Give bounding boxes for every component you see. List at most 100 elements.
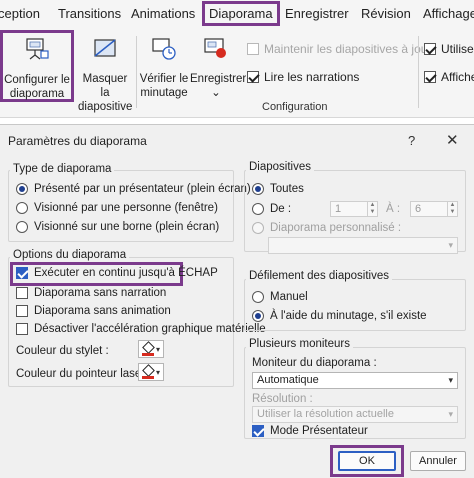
ribbon-group-label: Configuration <box>262 101 328 113</box>
custom-show-select[interactable]: ▾ <box>268 237 458 254</box>
show-controls-row[interactable]: Affiche <box>424 70 474 84</box>
hide-slide-button[interactable]: Masquer la diapositive <box>78 36 132 114</box>
help-icon[interactable]: ? <box>408 133 415 148</box>
disable-hw-accel-row[interactable]: Désactiver l'accélération graphique maté… <box>16 323 266 335</box>
monitor-select[interactable]: Automatique ▾ <box>252 372 458 389</box>
ribbon-separator <box>136 36 137 108</box>
advance-manual-row[interactable]: Manuel <box>252 291 308 303</box>
laser-color-icon <box>141 365 154 379</box>
laser-color-picker[interactable]: ▾ <box>138 363 164 381</box>
presenter-view-checkbox[interactable] <box>252 425 264 437</box>
disable-hw-accel-checkbox[interactable] <box>16 323 28 335</box>
slides-all-radio[interactable] <box>252 183 264 195</box>
chevron-down-icon: ▾ <box>448 375 453 385</box>
rehearse-timings-button[interactable]: Vérifier le minutage <box>138 36 190 100</box>
cancel-button[interactable]: Annuler <box>410 451 466 471</box>
tab-enregistrer[interactable]: Enregistrer <box>285 6 349 21</box>
tab-transitions[interactable]: Transitions <box>58 6 121 21</box>
slides-to-value: 6 <box>415 203 422 215</box>
custom-show-radio[interactable] <box>252 222 264 234</box>
no-narration-row[interactable]: Diaporama sans narration <box>16 287 166 299</box>
presenter-view-row[interactable]: Mode Présentateur <box>252 425 368 437</box>
hide-slide-label-2: diapositive <box>78 101 133 113</box>
keep-slides-updated-checkbox[interactable] <box>247 43 259 55</box>
play-narrations-label: Lire les narrations <box>264 70 360 84</box>
advance-group <box>244 279 466 331</box>
slides-label: Diapositives <box>246 161 314 173</box>
slides-all-label: Toutes <box>270 183 304 195</box>
slides-from-value: 1 <box>335 203 342 215</box>
slides-all-row[interactable]: Toutes <box>252 183 304 195</box>
no-narration-checkbox[interactable] <box>16 287 28 299</box>
tab-diaporama[interactable]: Diaporama <box>202 1 280 26</box>
advance-timings-label: À l'aide du minutage, s'il existe <box>270 310 427 322</box>
show-type-individual[interactable]: Visionné par une personne (fenêtre) <box>16 202 218 214</box>
presenter-radio[interactable] <box>16 183 28 195</box>
ribbon-panel: Configurer le diaporama Masquer la diapo… <box>0 30 474 118</box>
advance-timings-radio[interactable] <box>252 310 264 322</box>
keep-slides-updated-label: Maintenir les diapositives à jour <box>264 42 432 56</box>
advance-manual-radio[interactable] <box>252 291 264 303</box>
presenter-label: Présenté par un présentateur (plein écra… <box>34 183 251 195</box>
slides-from-label: De : <box>270 203 292 215</box>
tab-animations[interactable]: Animations <box>131 6 195 21</box>
show-type-presenter[interactable]: Présenté par un présentateur (plein écra… <box>16 183 251 195</box>
keep-slides-updated-row[interactable]: Maintenir les diapositives à jour <box>247 42 431 56</box>
pen-color-picker[interactable]: ▾ <box>138 340 164 358</box>
play-narrations-row[interactable]: Lire les narrations <box>247 70 359 84</box>
slideshow-setup-icon <box>26 38 49 60</box>
custom-show-row[interactable]: Diaporama personnalisé : <box>252 222 401 234</box>
use-timings-checkbox[interactable] <box>424 43 436 55</box>
slides-from-spinner[interactable]: 1 ▲ ▼ <box>330 201 378 217</box>
slides-from-radio[interactable] <box>252 203 264 215</box>
tab-affichage[interactable]: Affichage <box>423 6 474 21</box>
rehearse-label-2: minutage <box>140 87 188 99</box>
monitor-select-label: Moniteur du diaporama : <box>252 357 377 369</box>
record-button[interactable]: Enregistrer ⌄ <box>190 36 246 100</box>
tab-conception[interactable]: ception <box>0 6 40 21</box>
individual-label: Visionné par une personne (fenêtre) <box>34 202 218 214</box>
tab-revision[interactable]: Révision <box>361 6 411 21</box>
ribbon-tab-bar: ception Transitions Animations Diaporama… <box>0 0 474 30</box>
laser-color-label: Couleur du pointeur laser : <box>16 368 152 380</box>
hide-slide-icon <box>94 39 116 57</box>
dialog-title: Paramètres du diaporama <box>8 134 147 148</box>
disable-hw-accel-label: Désactiver l'accélération graphique maté… <box>34 323 266 335</box>
hide-slide-label-1: Masquer la <box>82 73 128 99</box>
no-animation-row[interactable]: Diaporama sans animation <box>16 305 171 317</box>
slides-from-row[interactable]: De : <box>252 203 291 215</box>
individual-radio[interactable] <box>16 202 28 214</box>
show-controls-label: Affiche <box>441 70 474 84</box>
close-icon[interactable]: ✕ <box>446 131 459 149</box>
configure-label-1: Configurer le <box>4 74 70 86</box>
configure-slideshow-button[interactable]: Configurer le diaporama <box>0 30 74 102</box>
pen-color-label: Couleur du stylet : <box>16 345 109 357</box>
record-dropdown-icon[interactable]: ⌄ <box>190 86 242 100</box>
spinner-arrows-icon[interactable]: ▲ ▼ <box>447 202 457 216</box>
kiosk-radio[interactable] <box>16 221 28 233</box>
advance-timings-row[interactable]: À l'aide du minutage, s'il existe <box>252 310 427 322</box>
advance-manual-label: Manuel <box>270 291 308 303</box>
ok-button[interactable]: OK <box>338 451 396 471</box>
record-icon <box>204 38 226 58</box>
use-timings-row[interactable]: Utiliser <box>424 42 474 56</box>
spinner-arrows-icon[interactable]: ▲ ▼ <box>367 202 377 216</box>
rehearse-timings-icon <box>152 38 176 60</box>
slideshow-settings-dialog: Paramètres du diaporama ? ✕ Type de diap… <box>0 124 474 478</box>
loop-until-esc-checkbox[interactable] <box>16 267 28 279</box>
loop-until-esc-row[interactable]: Exécuter en continu jusqu'à ÉCHAP <box>16 267 218 279</box>
play-narrations-checkbox[interactable] <box>247 71 259 83</box>
resolution-select[interactable]: Utiliser la résolution actuelle ▾ <box>252 406 458 423</box>
custom-show-label: Diaporama personnalisé : <box>270 222 402 234</box>
chevron-down-icon: ▾ <box>448 409 453 419</box>
advance-label: Défilement des diapositives <box>246 270 392 282</box>
loop-until-esc-label: Exécuter en continu jusqu'à ÉCHAP <box>34 267 218 279</box>
show-type-kiosk[interactable]: Visionné sur une borne (plein écran) <box>16 221 219 233</box>
no-animation-label: Diaporama sans animation <box>34 305 171 317</box>
resolution-label: Résolution : <box>252 393 313 405</box>
show-controls-checkbox[interactable] <box>424 71 436 83</box>
monitors-label: Plusieurs moniteurs <box>246 338 353 350</box>
no-animation-checkbox[interactable] <box>16 305 28 317</box>
chevron-down-icon: ▾ <box>155 367 160 377</box>
slides-to-spinner[interactable]: 6 ▲ ▼ <box>410 201 458 217</box>
